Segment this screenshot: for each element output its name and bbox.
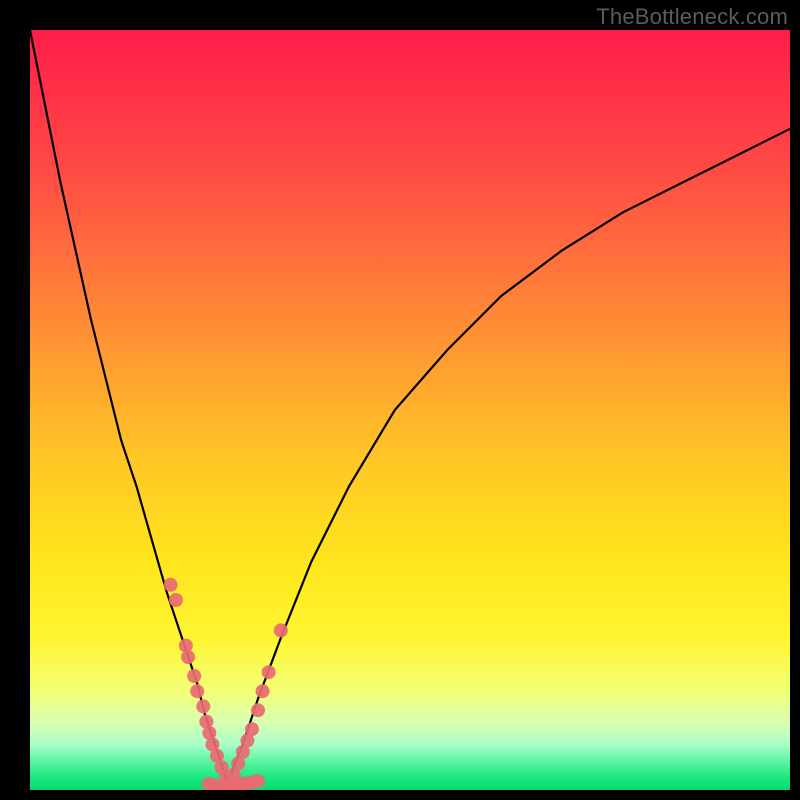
watermark-text: TheBottleneck.com xyxy=(596,4,788,30)
data-point xyxy=(190,684,204,698)
curve-right xyxy=(228,129,790,783)
data-point xyxy=(274,623,288,637)
data-point xyxy=(245,722,259,736)
data-point xyxy=(196,699,210,713)
data-point xyxy=(164,578,178,592)
data-point xyxy=(169,593,183,607)
chart-layer xyxy=(30,30,790,790)
data-point xyxy=(256,684,270,698)
plot-area xyxy=(30,30,790,790)
data-point xyxy=(251,774,265,788)
data-point xyxy=(187,669,201,683)
scatter-points xyxy=(164,578,288,790)
data-point xyxy=(262,665,276,679)
data-point xyxy=(181,650,195,664)
curve-left xyxy=(30,30,228,782)
data-point xyxy=(251,703,265,717)
frame: TheBottleneck.com xyxy=(0,0,800,800)
